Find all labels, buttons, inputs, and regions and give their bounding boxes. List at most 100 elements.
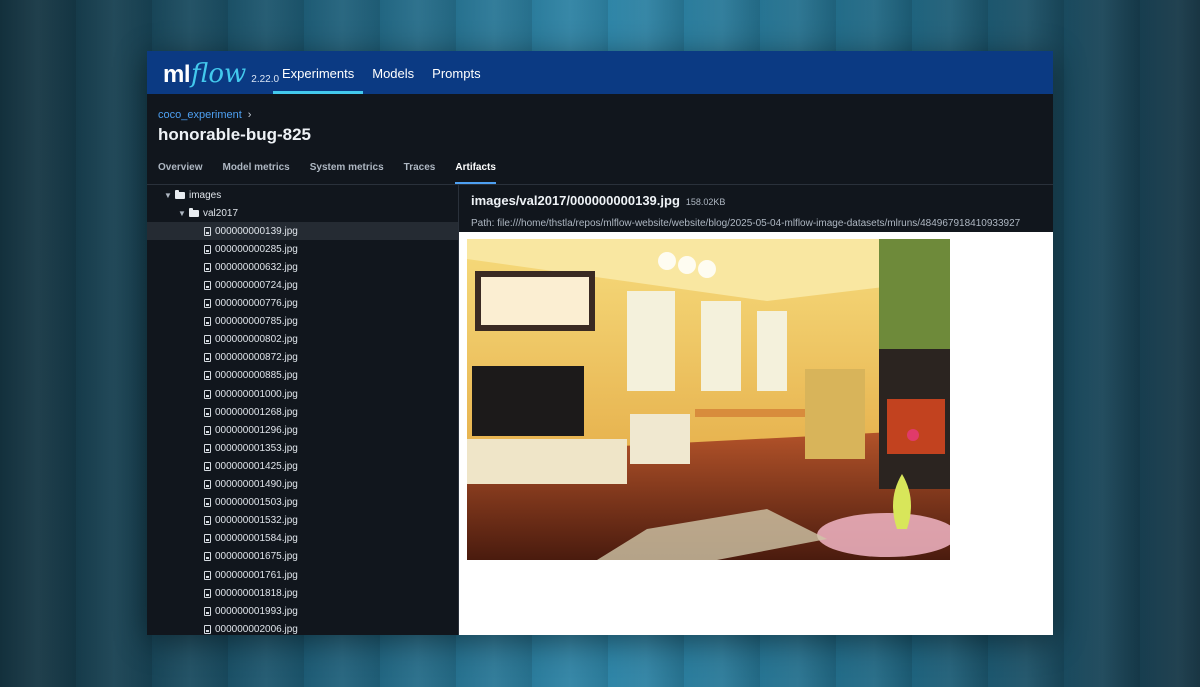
nav-prompts[interactable]: Prompts [423,51,489,94]
caret-down-icon[interactable]: ▼ [178,209,189,218]
preview-file-size: 158.02KB [685,197,726,207]
breadcrumb-separator: › [247,109,252,121]
tree-file-label: 000000001353.jpg [215,442,298,454]
tree-file-label: 000000001818.jpg [215,587,298,599]
tree-file-item[interactable]: 000000002006.jpg [147,620,458,635]
tree-folder-val2017[interactable]: ▼ val2017 [147,204,458,222]
tree-file-item[interactable]: 000000000285.jpg [147,240,458,258]
tree-file-label: 000000002006.jpg [215,623,298,635]
image-file-icon [204,443,211,453]
image-file-icon [204,389,211,399]
image-file-icon [204,425,211,435]
nav-models[interactable]: Models [363,51,423,94]
tree-file-item[interactable]: 000000001268.jpg [147,403,458,421]
main-nav: Experiments Models Prompts [273,51,490,94]
tree-file-label: 000000000785.jpg [215,316,298,328]
image-file-icon [204,353,211,363]
living-room-photo [467,239,950,560]
tree-file-item[interactable]: 000000001993.jpg [147,602,458,620]
image-file-icon [204,606,211,616]
tab-artifacts[interactable]: Artifacts [455,162,496,184]
tree-file-item[interactable]: 000000000139.jpg [147,222,458,241]
artifacts-content: ▼ images ▼ val2017 000000000139.jpg 00000… [147,185,1053,635]
run-title: honorable-bug-825 [158,125,312,144]
tree-file-item[interactable]: 000000001353.jpg [147,439,458,457]
breadcrumb-experiment-link[interactable]: coco_experiment [158,109,242,121]
tree-file-label: 000000001532.jpg [215,515,298,527]
artifact-tree[interactable]: ▼ images ▼ val2017 000000000139.jpg 00000… [147,185,459,635]
logo-flow: flow [191,59,247,89]
image-preview-area [459,232,1053,635]
logo-ml: ml [163,61,191,88]
tree-file-item[interactable]: 000000001818.jpg [147,584,458,602]
tree-file-label: 000000001993.jpg [215,605,298,617]
image-file-icon [204,299,211,309]
tree-file-item[interactable]: 000000001584.jpg [147,530,458,548]
tree-file-label: 000000001503.jpg [215,497,298,509]
tree-file-item[interactable]: 000000000802.jpg [147,331,458,349]
artifact-preview: images/val2017/000000000139.jpg 158.02KB… [459,185,1053,635]
run-tabs: Overview Model metrics System metrics Tr… [147,162,1053,185]
tree-file-label: 000000000872.jpg [215,352,298,364]
image-file-icon [204,244,211,254]
tree-file-label: 000000001490.jpg [215,479,298,491]
tree-file-item[interactable]: 000000000872.jpg [147,349,458,367]
mlflow-logo[interactable]: ml flow 2.22.0 [147,51,279,94]
tree-file-label: 000000000776.jpg [215,298,298,310]
tree-file-item[interactable]: 000000000785.jpg [147,313,458,331]
tree-file-item[interactable]: 000000000885.jpg [147,367,458,385]
tree-folder-images[interactable]: ▼ images [147,186,458,204]
preview-full-path: Path: file:///home/thstla/repos/mlflow-w… [471,218,1021,229]
tree-file-item[interactable]: 000000001000.jpg [147,385,458,403]
tree-file-label: 000000000139.jpg [215,225,298,237]
image-file-icon [204,480,211,490]
artifact-image [467,239,950,560]
tree-file-label: 000000001584.jpg [215,533,298,545]
image-file-icon [204,281,211,291]
tree-file-item[interactable]: 000000001503.jpg [147,494,458,512]
tree-file-item[interactable]: 000000000632.jpg [147,258,458,276]
tree-file-label: 000000001268.jpg [215,406,298,418]
nav-experiments[interactable]: Experiments [273,51,364,94]
tree-folder-label: images [189,189,222,201]
tree-file-label: 000000000724.jpg [215,280,298,292]
image-file-icon [204,371,211,381]
tree-file-item[interactable]: 000000001425.jpg [147,457,458,475]
tree-file-item[interactable]: 000000001675.jpg [147,548,458,566]
image-file-icon [204,335,211,345]
tree-file-item[interactable]: 000000000776.jpg [147,295,458,313]
tree-file-label: 000000001000.jpg [215,388,298,400]
tree-file-label: 000000001761.jpg [215,569,298,581]
tree-file-item[interactable]: 000000001490.jpg [147,476,458,494]
tree-file-label: 000000000632.jpg [215,261,298,273]
tab-overview[interactable]: Overview [158,162,202,184]
tree-file-item[interactable]: 000000000724.jpg [147,276,458,294]
image-file-icon [204,588,211,598]
tab-traces[interactable]: Traces [404,162,436,184]
image-file-icon [204,570,211,580]
tree-file-label: 000000001425.jpg [215,460,298,472]
tree-folder-label: val2017 [203,207,239,219]
preview-header: images/val2017/000000000139.jpg 158.02KB… [459,185,1053,232]
tree-file-label: 000000001675.jpg [215,551,298,563]
folder-icon [175,189,185,199]
tree-file-item[interactable]: 000000001761.jpg [147,566,458,584]
image-file-icon [204,534,211,544]
image-file-icon [204,407,211,417]
tree-file-label: 000000000285.jpg [215,243,298,255]
tree-file-label: 000000001296.jpg [215,424,298,436]
tree-file-item[interactable]: 000000001532.jpg [147,512,458,530]
tab-system-metrics[interactable]: System metrics [310,162,384,184]
preview-file-name: images/val2017/000000000139.jpg [471,193,680,208]
tree-file-item[interactable]: 000000001296.jpg [147,421,458,439]
tree-file-label: 000000000885.jpg [215,370,298,382]
caret-down-icon[interactable]: ▼ [164,191,175,200]
tree-file-label: 000000000802.jpg [215,334,298,346]
image-file-icon [204,226,211,236]
image-file-icon [204,461,211,471]
image-file-icon [204,317,211,327]
image-file-icon [204,552,211,562]
image-file-icon [204,516,211,526]
image-file-icon [204,624,211,634]
tab-model-metrics[interactable]: Model metrics [222,162,289,184]
